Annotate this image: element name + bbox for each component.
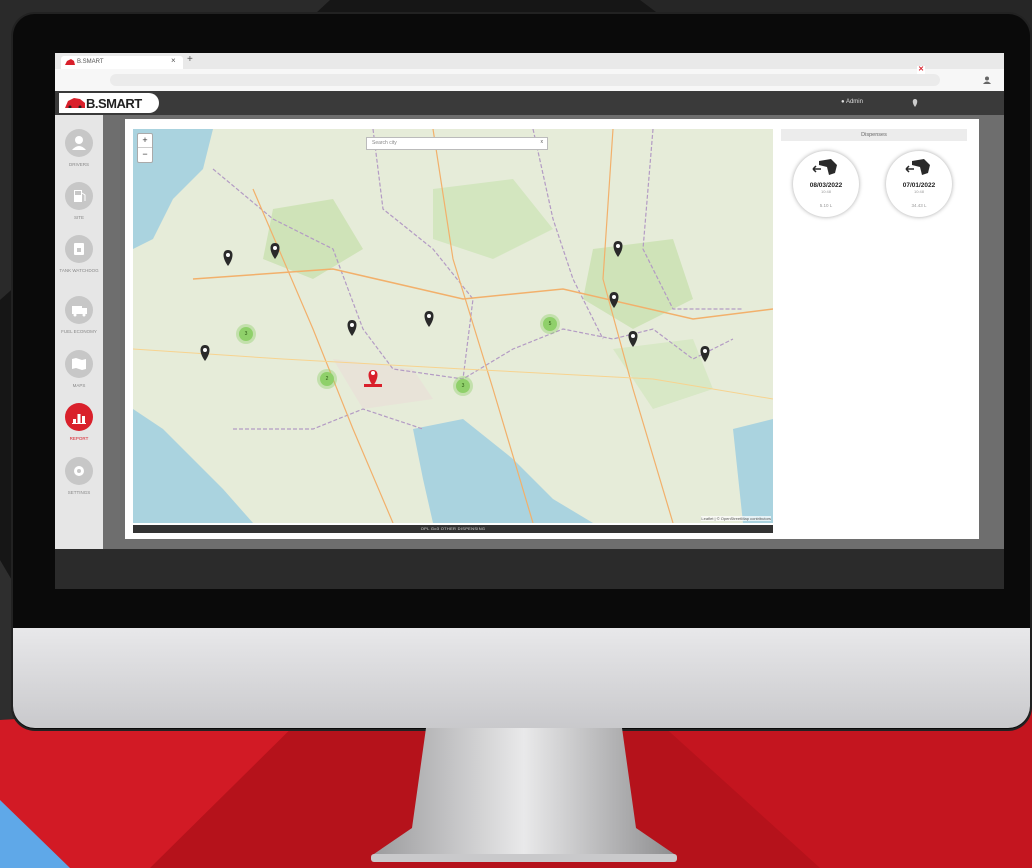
dispense-card[interactable]: 07/01/2022 10:48 34.43 L <box>886 151 952 217</box>
fuel-pump-icon <box>65 182 93 210</box>
dispense-time: 10:48 <box>820 189 831 194</box>
sidebar-item-fuel-economy[interactable]: FUEL ECONOMY <box>55 296 103 335</box>
car-logo-icon <box>65 59 75 65</box>
marker-cluster[interactable]: 3 <box>239 327 253 341</box>
sidebar-item-settings[interactable]: SETTINGS <box>55 457 103 496</box>
tab-close-icon[interactable]: × <box>171 56 176 65</box>
map-marker[interactable] <box>613 241 623 257</box>
monitor-chin <box>13 628 1030 728</box>
dispense-date: 08/03/2022 <box>809 182 843 189</box>
browser-tab-bar: B.SMART × + <box>55 53 1004 69</box>
sidebar-item-label: SETTINGS <box>67 490 91 495</box>
selected-marker[interactable] <box>364 370 382 387</box>
marker-cluster[interactable]: 2 <box>320 372 334 386</box>
sidebar-item-label: SITE <box>73 215 84 220</box>
gear-icon <box>65 457 93 485</box>
tab-title: B.SMART <box>77 59 104 65</box>
map-marker[interactable] <box>200 345 210 361</box>
dispense-card[interactable]: 08/03/2022 10:48 5.10 L <box>793 151 859 217</box>
map-marker[interactable] <box>270 243 280 259</box>
app-logo[interactable]: B.SMART <box>59 93 159 113</box>
modal-close-icon[interactable]: ✕ <box>917 66 925 74</box>
sidebar-item-site[interactable]: SITE <box>55 182 103 221</box>
map-marker[interactable] <box>700 346 710 362</box>
map-marker[interactable] <box>628 331 638 347</box>
sidebar-item-label: MAPS <box>72 383 86 388</box>
sidebar-item-tank-watchdog[interactable]: TANK WATCHDOG <box>55 235 103 274</box>
url-input[interactable] <box>110 74 940 86</box>
map-view[interactable]: + − Search city x 3 2 5 3 Leaflet | © Op… <box>133 129 773 523</box>
user-name: Admin <box>845 99 863 105</box>
sidebar: DRIVERS SITE TANK WATCHDOG FUEL ECONOMY … <box>55 115 103 589</box>
taskbar-area <box>55 549 1004 589</box>
map-attribution[interactable]: Leaflet | © OpenStreetMap contributors <box>701 516 771 521</box>
address-bar <box>55 69 1004 92</box>
browser-tab[interactable]: B.SMART × <box>61 56 183 69</box>
monitor-stand <box>371 728 677 862</box>
screen: B.SMART × + B.SMART ● Admin DRIVERS SITE <box>55 53 1004 589</box>
dispense-time: 10:48 <box>913 189 924 194</box>
car-logo-icon <box>65 98 85 108</box>
tank-icon <box>65 235 93 263</box>
marker-cluster[interactable]: 3 <box>456 379 470 393</box>
report-chart-icon <box>65 403 93 431</box>
truck-icon <box>65 296 93 324</box>
sidebar-item-label: REPORT <box>69 436 89 441</box>
marker-cluster[interactable]: 5 <box>543 317 557 331</box>
sidebar-item-maps[interactable]: MAPS <box>55 350 103 389</box>
driver-icon <box>65 129 93 157</box>
map-marker[interactable] <box>223 250 233 266</box>
map-marker[interactable] <box>424 311 434 327</box>
logo-text: B.SMART <box>86 96 142 111</box>
dispense-amount: 34.43 L <box>911 203 927 208</box>
fuel-nozzle-icon <box>905 159 930 175</box>
map-marker[interactable] <box>609 292 619 308</box>
app-header: B.SMART ● Admin <box>55 91 1004 115</box>
map-modal: + − Search city x 3 2 5 3 Leaflet | © Op… <box>125 119 979 539</box>
dispense-date: 07/01/2022 <box>902 182 936 189</box>
sidebar-item-label: FUEL ECONOMY <box>61 329 97 334</box>
map-icon <box>65 350 93 378</box>
map-footer-label: OPL Go3 OTHER DISPENSING <box>133 525 773 533</box>
profile-icon[interactable] <box>983 76 991 84</box>
panel-title: Dispenses <box>781 129 967 141</box>
user-menu[interactable]: ● Admin <box>841 99 863 105</box>
map-markers <box>200 241 710 387</box>
sidebar-item-report[interactable]: REPORT <box>55 403 103 442</box>
fuel-nozzle-icon <box>812 159 837 175</box>
sidebar-item-label: TANK WATCHDOG <box>59 268 99 273</box>
dispense-amount: 5.10 L <box>819 203 833 208</box>
new-tab-button[interactable]: + <box>187 54 193 65</box>
user-icon: ● <box>841 99 845 105</box>
location-pin-icon[interactable] <box>912 99 918 107</box>
dispenses-panel: Dispenses 08/03/2022 10:48 5.10 L 07/01/… <box>781 129 967 523</box>
map-marker[interactable] <box>347 320 357 336</box>
sidebar-item-label: DRIVERS <box>68 162 89 167</box>
sidebar-item-drivers[interactable]: DRIVERS <box>55 129 103 168</box>
